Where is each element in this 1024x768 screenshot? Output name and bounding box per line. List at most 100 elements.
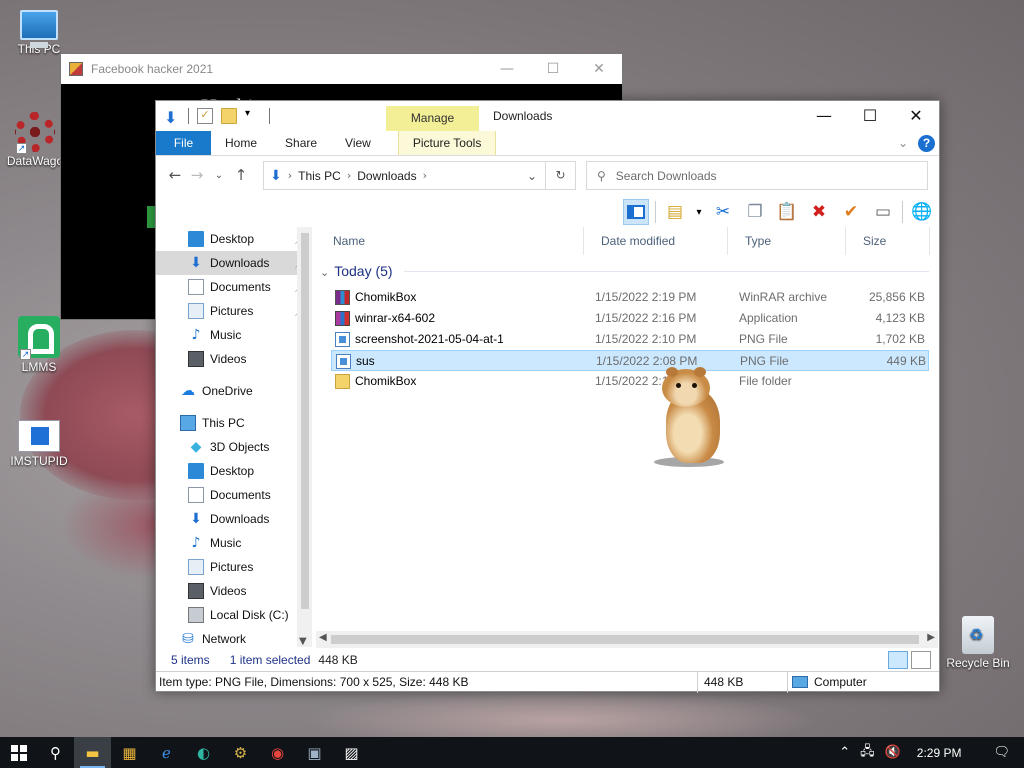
tab-view[interactable]: View xyxy=(331,131,385,155)
volume-muted-icon[interactable]: 🔇 xyxy=(885,745,901,760)
scroll-down-arrow-icon[interactable]: ▼ xyxy=(299,636,307,647)
breadcrumb-downloads[interactable]: Downloads xyxy=(357,169,416,183)
sidebar-item-local-disk[interactable]: Local Disk (C:) xyxy=(156,603,312,627)
address-bar[interactable]: ⬇ › This PC › Downloads › ⌄ xyxy=(263,161,546,190)
new-folder-icon[interactable] xyxy=(221,108,237,124)
column-header-type[interactable]: Type xyxy=(728,227,846,255)
forward-button[interactable]: → xyxy=(186,166,208,184)
minimize-button[interactable]: — xyxy=(801,101,847,131)
new-item-dropdown-icon[interactable]: ▾ xyxy=(694,199,704,225)
breadcrumb-this-pc[interactable]: This PC xyxy=(298,169,341,183)
tab-manage[interactable]: Manage xyxy=(386,106,479,131)
expand-ribbon-icon[interactable]: ⌄ xyxy=(898,136,908,150)
taskbar-photos[interactable]: ▨ xyxy=(333,737,370,768)
paste-icon[interactable]: 📋 xyxy=(774,199,800,225)
file-explorer-window[interactable]: ⬇ ✓ ▾ Manage Downloads — ☐ ✕ File Home S… xyxy=(155,100,940,693)
sidebar-item-network[interactable]: ⛁ Network xyxy=(156,627,312,647)
file-row[interactable]: winrar-x64-602 1/15/2022 2:16 PM Applica… xyxy=(331,308,929,329)
scrollbar-thumb[interactable] xyxy=(331,635,919,644)
maximize-button[interactable]: ☐ xyxy=(847,101,893,131)
desktop-icon-recycle-bin[interactable]: Recycle Bin xyxy=(940,616,1016,670)
network-icon[interactable]: 🖧 xyxy=(860,742,875,764)
sidebar-item-music[interactable]: ♪ Music xyxy=(156,531,312,555)
close-button[interactable]: ✕ xyxy=(893,101,939,131)
breadcrumb-chevron-icon[interactable]: › xyxy=(347,169,351,182)
copy-icon[interactable]: ❐ xyxy=(742,199,768,225)
properties-check-icon[interactable]: ✓ xyxy=(197,108,213,124)
taskbar-datawago[interactable]: ⚙ xyxy=(222,737,259,768)
address-dropdown-icon[interactable]: ⌄ xyxy=(527,169,537,183)
sidebar-item-downloads[interactable]: ⬇ Downloads xyxy=(156,507,312,531)
column-header-size[interactable]: Size xyxy=(846,227,930,255)
globe-icon[interactable]: 🌐 xyxy=(909,199,935,225)
details-view-icon[interactable] xyxy=(888,651,908,669)
sidebar-item-desktop[interactable]: Desktop xyxy=(156,459,312,483)
maximize-button[interactable]: ☐ xyxy=(530,61,576,77)
search-button[interactable]: ⚲ xyxy=(37,737,74,768)
desktop-icon-imstupid[interactable]: IMSTUPID xyxy=(4,420,74,468)
sidebar-item-downloads[interactable]: ⬇ Downloads 📌 xyxy=(156,251,312,275)
scrollbar-thumb[interactable] xyxy=(301,233,309,609)
scroll-right-arrow-icon[interactable]: ▶ xyxy=(927,632,935,643)
search-box[interactable]: ⚲ Search Downloads xyxy=(586,161,928,190)
column-header-date-modified[interactable]: Date modified xyxy=(584,227,728,255)
navigation-pane-scrollbar[interactable]: ▼ xyxy=(297,227,312,647)
breadcrumb-chevron-icon[interactable]: › xyxy=(288,169,292,182)
sidebar-item-music[interactable]: ♪ Music xyxy=(156,323,312,347)
sidebar-item-desktop[interactable]: Desktop 📌 xyxy=(156,227,312,251)
taskbar-chrome[interactable]: ◉ xyxy=(259,737,296,768)
search-input[interactable]: Search Downloads xyxy=(616,169,717,183)
desktop-icon-this-pc[interactable]: This PC xyxy=(4,10,74,56)
sidebar-item-documents[interactable]: Documents 📌 xyxy=(156,275,312,299)
tab-share[interactable]: Share xyxy=(271,131,331,155)
sidebar-item-videos[interactable]: Videos xyxy=(156,347,312,371)
back-button[interactable]: ← xyxy=(164,166,186,184)
show-hidden-icons-chevron-icon[interactable]: ⌃ xyxy=(839,745,850,760)
file-row[interactable]: screenshot-2021-05-04-at-11.39 1/15/2022… xyxy=(331,329,929,350)
file-row-selected[interactable]: sus 1/15/2022 2:08 PM PNG File 449 KB xyxy=(331,350,929,371)
help-icon[interactable]: ? xyxy=(918,134,935,152)
minimize-button[interactable]: — xyxy=(484,61,530,77)
sidebar-item-this-pc[interactable]: This PC xyxy=(156,411,312,435)
up-button[interactable]: ↑ xyxy=(230,166,252,184)
sidebar-item-onedrive[interactable]: ☁ OneDrive xyxy=(156,379,312,403)
preview-pane-icon[interactable] xyxy=(623,199,649,225)
sidebar-item-pictures[interactable]: Pictures 📌 xyxy=(156,299,312,323)
taskbar-edge[interactable]: ◐ xyxy=(185,737,222,768)
file-row[interactable]: ChomikBox 1/15/2022 2:19 PM WinRAR archi… xyxy=(331,287,929,308)
file-list-horizontal-scrollbar[interactable]: ◀ ▶ xyxy=(316,631,938,648)
column-header-name[interactable]: Name xyxy=(316,227,584,255)
refresh-button[interactable]: ↻ xyxy=(546,161,576,190)
start-button[interactable] xyxy=(0,737,37,768)
taskbar-app[interactable]: ▦ xyxy=(111,737,148,768)
tab-file[interactable]: File xyxy=(156,131,211,155)
close-button[interactable]: ✕ xyxy=(576,61,622,77)
cut-icon[interactable]: ✂ xyxy=(710,199,736,225)
taskbar-file-explorer[interactable]: ▬ xyxy=(74,737,111,768)
scroll-left-arrow-icon[interactable]: ◀ xyxy=(319,632,327,643)
file-row[interactable]: ChomikBox 1/15/2022 2:19 PM File folder xyxy=(331,371,929,392)
taskbar-app[interactable]: ▣ xyxy=(296,737,333,768)
sidebar-item-documents[interactable]: Documents xyxy=(156,483,312,507)
desktop-icon-lmms[interactable]: ↗ LMMS xyxy=(4,316,74,374)
sidebar-item-3d-objects[interactable]: ◆ 3D Objects xyxy=(156,435,312,459)
delete-icon[interactable]: ✖ xyxy=(806,199,832,225)
customize-qat-icon[interactable]: ▾ xyxy=(245,108,261,124)
download-arrow-icon[interactable]: ⬇ xyxy=(164,108,180,127)
notifications-icon[interactable]: 🗨 xyxy=(993,745,1010,760)
sidebar-item-pictures[interactable]: Pictures xyxy=(156,555,312,579)
clock[interactable]: 2:29 PM xyxy=(917,746,962,760)
background-window-titlebar[interactable]: Facebook hacker 2021 — ☐ ✕ xyxy=(61,54,622,84)
tab-home[interactable]: Home xyxy=(211,131,271,155)
sidebar-item-videos[interactable]: Videos xyxy=(156,579,312,603)
rename-icon[interactable]: ▭ xyxy=(870,199,896,225)
group-header-today[interactable]: ⌄ Today (5) xyxy=(320,259,393,283)
collapse-group-icon[interactable]: ⌄ xyxy=(320,266,329,279)
taskbar-internet-explorer[interactable]: ℯ xyxy=(148,737,185,768)
large-icons-view-icon[interactable] xyxy=(911,651,931,669)
new-item-icon[interactable]: ▤ xyxy=(662,199,688,225)
select-icon[interactable]: ✔ xyxy=(838,199,864,225)
breadcrumb-chevron-icon[interactable]: › xyxy=(423,169,427,182)
tab-picture-tools[interactable]: Picture Tools xyxy=(397,131,497,155)
recent-locations-button[interactable]: ⌄ xyxy=(208,170,230,181)
